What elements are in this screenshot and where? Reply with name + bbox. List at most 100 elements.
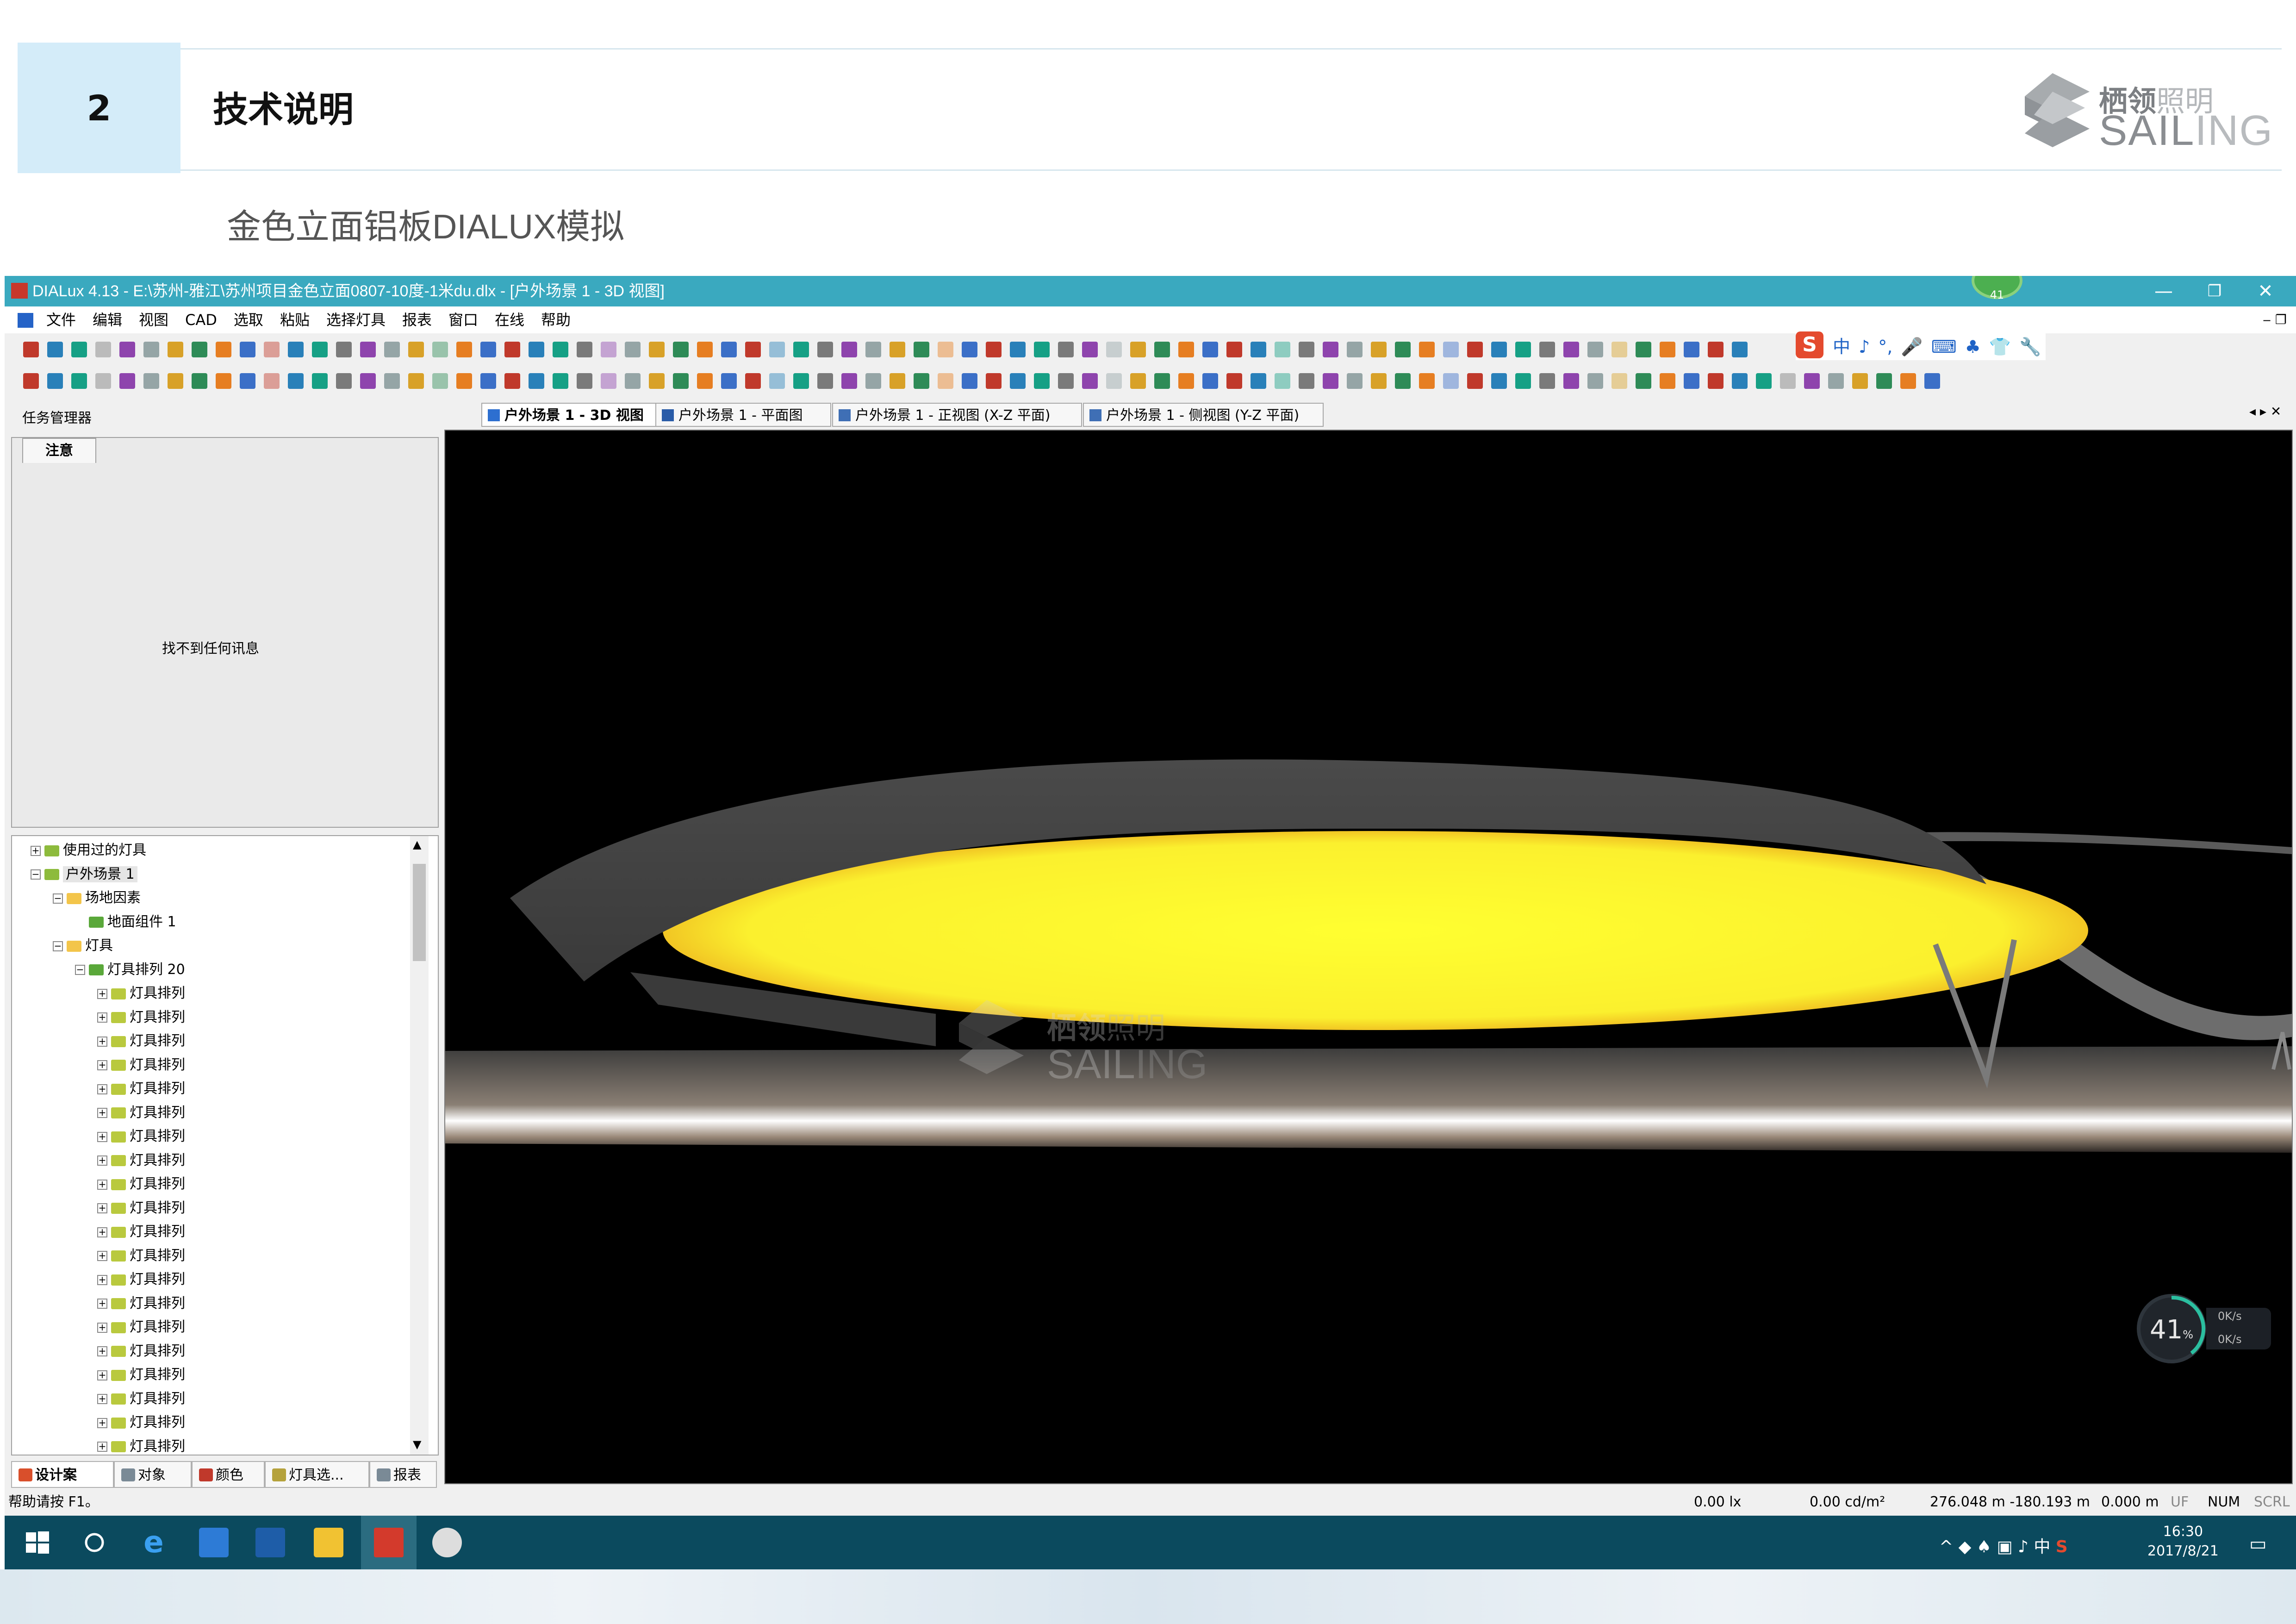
tb1-button-icon[interactable] bbox=[721, 342, 737, 357]
menu-item-8[interactable]: 窗口 bbox=[440, 306, 486, 333]
sogou-tray-icon[interactable]: S bbox=[2056, 1537, 2068, 1556]
tree-item[interactable]: − 场地因素 bbox=[53, 887, 141, 910]
tb2-button-icon[interactable] bbox=[938, 373, 953, 389]
tb1-button-icon[interactable] bbox=[1347, 342, 1363, 357]
expand-toggle-icon[interactable]: + bbox=[97, 1370, 107, 1380]
tree-item[interactable]: + 灯具排列 bbox=[97, 1077, 185, 1100]
tb1-button-icon[interactable] bbox=[1251, 342, 1266, 357]
tree-item[interactable]: − 灯具排列 20 bbox=[75, 958, 185, 981]
tree-item[interactable]: + 灯具排列 bbox=[97, 1173, 185, 1196]
tb2-button-icon[interactable] bbox=[1900, 373, 1916, 389]
tb2-button-icon[interactable] bbox=[1178, 373, 1194, 389]
mdi-controls-icon[interactable]: ‒ ❐ bbox=[2263, 306, 2287, 333]
menu-item-7[interactable]: 报表 bbox=[394, 306, 440, 333]
tb2-button-icon[interactable] bbox=[312, 373, 328, 389]
tb1-button-icon[interactable] bbox=[240, 342, 255, 357]
restore-button[interactable]: ❐ bbox=[2189, 276, 2240, 306]
tb1-button-icon[interactable] bbox=[456, 342, 472, 357]
tb2-button-icon[interactable] bbox=[1515, 373, 1531, 389]
tb2-button-icon[interactable] bbox=[143, 373, 159, 389]
tb2-button-icon[interactable] bbox=[1082, 373, 1098, 389]
tb1-button-icon[interactable] bbox=[745, 342, 761, 357]
menu-item-10[interactable]: 帮助 bbox=[533, 306, 579, 333]
tb1-button-icon[interactable] bbox=[504, 342, 520, 357]
manager-tab-0[interactable]: 设计案 bbox=[11, 1461, 114, 1488]
tb1-button-icon[interactable] bbox=[553, 342, 568, 357]
windows-start-icon[interactable] bbox=[22, 1528, 52, 1557]
expand-toggle-icon[interactable]: + bbox=[97, 1156, 107, 1166]
tree-item[interactable]: + 使用过的灯具 bbox=[31, 839, 146, 862]
expand-toggle-icon[interactable]: + bbox=[97, 1346, 107, 1356]
tb2-button-icon[interactable] bbox=[1804, 373, 1820, 389]
system-tray[interactable]: ^ ◆ ♠ ▣ ♪ 中 S bbox=[1939, 1533, 2068, 1557]
menu-item-2[interactable]: 视图 bbox=[131, 306, 177, 333]
tb1-button-icon[interactable] bbox=[408, 342, 424, 357]
tb1-button-icon[interactable] bbox=[480, 342, 496, 357]
dialux-task-icon[interactable] bbox=[374, 1528, 404, 1557]
tb2-button-icon[interactable] bbox=[1852, 373, 1868, 389]
tb1-button-icon[interactable] bbox=[1539, 342, 1555, 357]
tb2-button-icon[interactable] bbox=[1587, 373, 1603, 389]
tb2-button-icon[interactable] bbox=[1443, 373, 1459, 389]
close-button[interactable]: ✕ bbox=[2240, 276, 2291, 306]
tb1-button-icon[interactable] bbox=[986, 342, 1002, 357]
tb2-button-icon[interactable] bbox=[1202, 373, 1218, 389]
tb1-button-icon[interactable] bbox=[841, 342, 857, 357]
expand-toggle-icon[interactable]: + bbox=[97, 1060, 107, 1070]
tb2-button-icon[interactable] bbox=[986, 373, 1002, 389]
tb2-button-icon[interactable] bbox=[456, 373, 472, 389]
tb2-button-icon[interactable] bbox=[673, 373, 689, 389]
tb1-button-icon[interactable] bbox=[1371, 342, 1387, 357]
tab-notes[interactable]: 注意 bbox=[22, 438, 96, 463]
avatar-app-icon[interactable] bbox=[432, 1528, 462, 1557]
tb2-button-icon[interactable] bbox=[1154, 373, 1170, 389]
tb1-button-icon[interactable] bbox=[817, 342, 833, 357]
tb2-button-icon[interactable] bbox=[47, 373, 63, 389]
tb1-button-icon[interactable] bbox=[1395, 342, 1411, 357]
tree-item[interactable]: + 灯具排列 bbox=[97, 1006, 185, 1029]
tb1-button-icon[interactable] bbox=[914, 342, 929, 357]
tb2-button-icon[interactable] bbox=[360, 373, 376, 389]
3d-viewport[interactable]: 栖领照明 SAILING 41% 0K/s 0K/s bbox=[444, 430, 2293, 1484]
tb1-button-icon[interactable] bbox=[1058, 342, 1074, 357]
tb1-button-icon[interactable] bbox=[1082, 342, 1098, 357]
tb2-button-icon[interactable] bbox=[697, 373, 713, 389]
tb2-button-icon[interactable] bbox=[216, 373, 231, 389]
tb2-button-icon[interactable] bbox=[865, 373, 881, 389]
tb1-button-icon[interactable] bbox=[143, 342, 159, 357]
tb1-button-icon[interactable] bbox=[1202, 342, 1218, 357]
tb1-button-icon[interactable] bbox=[1467, 342, 1483, 357]
expand-toggle-icon[interactable]: + bbox=[97, 988, 107, 999]
tb2-button-icon[interactable] bbox=[1130, 373, 1146, 389]
tb1-button-icon[interactable] bbox=[1636, 342, 1651, 357]
tb2-button-icon[interactable] bbox=[1058, 373, 1074, 389]
tb1-button-icon[interactable] bbox=[192, 342, 207, 357]
tb2-button-icon[interactable] bbox=[504, 373, 520, 389]
tree-item[interactable]: + 灯具排列 bbox=[97, 1292, 185, 1315]
tb1-button-icon[interactable] bbox=[673, 342, 689, 357]
expand-toggle-icon[interactable]: + bbox=[97, 1251, 107, 1261]
file-explorer-icon[interactable] bbox=[314, 1528, 343, 1557]
tree-scroll-thumb[interactable] bbox=[413, 864, 426, 961]
tb2-button-icon[interactable] bbox=[119, 373, 135, 389]
ime-item-6[interactable]: 👕 bbox=[1989, 337, 2011, 357]
manager-tab-4[interactable]: 报表 bbox=[369, 1461, 437, 1488]
tb1-button-icon[interactable] bbox=[384, 342, 400, 357]
tb1-button-icon[interactable] bbox=[47, 342, 63, 357]
tb1-button-icon[interactable] bbox=[336, 342, 352, 357]
tb2-button-icon[interactable] bbox=[1636, 373, 1651, 389]
tb2-button-icon[interactable] bbox=[1347, 373, 1363, 389]
tb1-button-icon[interactable] bbox=[1010, 342, 1026, 357]
tb2-button-icon[interactable] bbox=[1660, 373, 1675, 389]
tray-clock[interactable]: 16:30 2017/8/21 bbox=[2147, 1522, 2219, 1561]
tree-item[interactable]: − 户外场景 1 bbox=[31, 863, 137, 886]
tb1-button-icon[interactable] bbox=[769, 342, 785, 357]
tb1-button-icon[interactable] bbox=[938, 342, 953, 357]
tb1-button-icon[interactable] bbox=[577, 342, 592, 357]
tb2-button-icon[interactable] bbox=[1684, 373, 1699, 389]
tree-item[interactable]: 地面组件 1 bbox=[75, 911, 176, 934]
tb2-button-icon[interactable] bbox=[890, 373, 905, 389]
tb1-button-icon[interactable] bbox=[1130, 342, 1146, 357]
expand-toggle-icon[interactable]: + bbox=[97, 1012, 107, 1023]
tb2-button-icon[interactable] bbox=[1828, 373, 1844, 389]
